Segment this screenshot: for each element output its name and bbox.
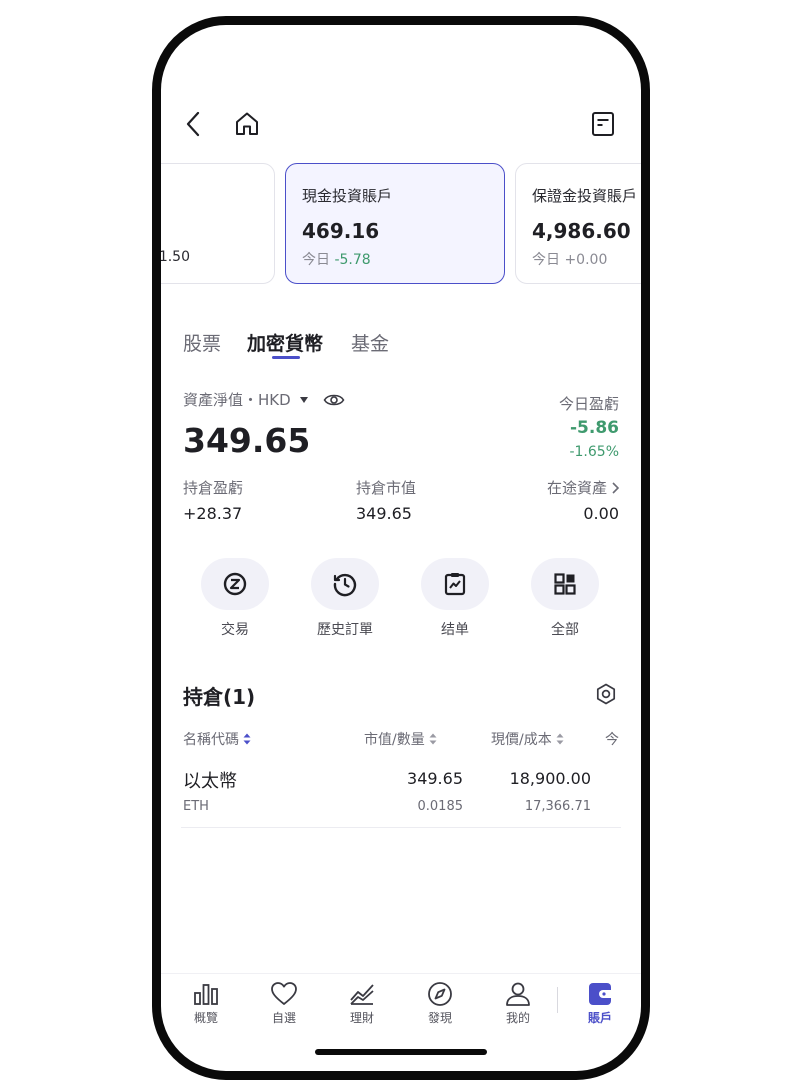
col-today[interactable]: 今 — [605, 729, 619, 749]
position-code: ETH — [183, 799, 209, 814]
compass-icon — [428, 982, 452, 1006]
in-transit-link[interactable]: 在途資產 — [547, 477, 619, 498]
nav-me[interactable]: 我的 — [488, 981, 548, 1026]
account-today: 今日 +0.00 — [532, 249, 607, 269]
history-orders-label: 歷史訂單 — [317, 622, 373, 638]
home-button[interactable] — [229, 105, 265, 143]
net-asset-value: 349.65 — [183, 421, 311, 460]
col-name-code-label: 名稱代碼 — [183, 732, 239, 748]
positions-settings-button[interactable] — [593, 681, 619, 707]
positions-title: 持倉(1) — [183, 685, 256, 709]
nav-account-label: 賬戶 — [587, 1011, 612, 1025]
position-price: 18,900.00 — [509, 769, 591, 788]
nav-overview-label: 概覽 — [193, 1011, 218, 1025]
tab-crypto[interactable]: 加密貨幣 — [247, 329, 323, 356]
account-change: 1.50 — [161, 249, 190, 265]
table-row[interactable]: 以太幣 ETH 349.65 0.0185 18,900.00 17,366.7… — [181, 759, 621, 827]
nav-separator — [557, 987, 558, 1013]
position-pl-value: +28.37 — [183, 504, 243, 523]
today-pl-label: 今日盈虧 — [558, 395, 619, 413]
nav-account[interactable]: 賬戶 — [570, 981, 630, 1026]
tab-active-indicator — [272, 356, 300, 359]
account-card-previous[interactable]: 1.50 — [161, 163, 275, 284]
trade-icon — [223, 572, 247, 596]
account-name: 保證金投資賬戶 — [532, 187, 638, 205]
nav-overview[interactable]: 概覽 — [176, 981, 236, 1026]
position-cost: 17,366.71 — [524, 799, 591, 814]
position-name: 以太幣 — [183, 771, 237, 792]
account-change: +0.00 — [564, 252, 608, 268]
in-transit-label: 在途資產 — [546, 479, 607, 497]
history-clock-icon — [333, 573, 357, 597]
chevron-right-icon — [612, 481, 619, 494]
back-button[interactable] — [179, 103, 207, 145]
position-quantity: 0.0185 — [417, 799, 464, 814]
account-value: 469.16 — [302, 219, 380, 243]
home-indicator — [315, 1049, 487, 1055]
position-pl-label: 持倉盈虧 — [183, 479, 244, 497]
bottom-nav-divider — [161, 973, 641, 974]
statement-action-button[interactable] — [421, 558, 489, 610]
history-orders-button[interactable] — [311, 558, 379, 610]
trend-icon — [350, 984, 374, 1005]
today-label: 今日 — [532, 252, 560, 268]
wallet-icon — [589, 983, 611, 1005]
market-value-label: 持倉市值 — [356, 479, 417, 497]
position-market-value: 349.65 — [407, 769, 463, 788]
user-icon — [506, 982, 530, 1006]
nav-discover-label: 發現 — [427, 1011, 452, 1025]
sort-icon — [429, 733, 437, 745]
nav-watchlist-label: 自選 — [271, 1011, 296, 1025]
statement-chart-icon — [444, 573, 466, 596]
gear-icon — [596, 683, 616, 705]
nav-me-label: 我的 — [505, 1011, 530, 1025]
document-icon — [592, 112, 614, 136]
caret-down-icon — [299, 396, 308, 403]
bar-chart-icon — [194, 984, 218, 1005]
today-pl-value: -5.86 — [570, 418, 619, 438]
trade-label: 交易 — [221, 622, 249, 638]
row-divider — [181, 827, 621, 828]
tab-funds[interactable]: 基金 — [351, 329, 389, 356]
nav-watchlist[interactable]: 自選 — [254, 981, 314, 1026]
statement-button[interactable] — [587, 105, 619, 143]
trade-button[interactable] — [201, 558, 269, 610]
market-value: 349.65 — [356, 504, 412, 523]
col-name-code[interactable]: 名稱代碼 — [183, 729, 251, 749]
col-price-cost-label: 現價/成本 — [491, 732, 552, 748]
col-price-cost[interactable]: 現價/成本 — [491, 729, 564, 749]
col-market-value-qty[interactable]: 市值/數量 — [364, 729, 437, 749]
eye-icon[interactable] — [323, 392, 345, 408]
nav-wealth-label: 理財 — [349, 1011, 374, 1025]
home-icon — [236, 112, 258, 135]
all-actions-label: 全部 — [551, 622, 579, 638]
today-label: 今日 — [302, 252, 330, 268]
col-market-value-qty-label: 市值/數量 — [364, 732, 425, 748]
all-actions-button[interactable] — [531, 558, 599, 610]
account-card-cash[interactable]: 現金投資賬戶 469.16 今日 -5.78 — [285, 163, 505, 284]
sort-icon — [243, 733, 251, 745]
phone-frame: 1.50 現金投資賬戶 469.16 今日 -5.78 保證金投資賬戶 4,98… — [152, 16, 650, 1080]
sort-icon — [556, 733, 564, 745]
nav-wealth[interactable]: 理財 — [332, 981, 392, 1026]
net-asset-selector[interactable]: 資產淨值・HKD — [183, 389, 345, 410]
account-value: 4,986.60 — [532, 219, 631, 243]
col-today-label: 今 — [605, 732, 619, 748]
account-today: 今日 -5.78 — [302, 249, 371, 269]
statement-action-label: 结单 — [441, 622, 469, 638]
nav-discover[interactable]: 發現 — [410, 981, 470, 1026]
grid-icon — [554, 573, 576, 595]
account-change: -5.78 — [334, 252, 371, 268]
screen: 1.50 現金投資賬戶 469.16 今日 -5.78 保證金投資賬戶 4,98… — [161, 25, 641, 1071]
heart-icon — [271, 982, 297, 1005]
account-card-margin[interactable]: 保證金投資賬戶 4,986.60 今日 +0.00 — [515, 163, 641, 284]
today-pl-percent: -1.65% — [569, 444, 619, 460]
net-asset-label: 資產淨值・HKD — [183, 391, 291, 409]
account-name: 現金投資賬戶 — [302, 187, 393, 205]
tab-stocks[interactable]: 股票 — [183, 329, 221, 356]
chevron-left-icon — [186, 111, 200, 137]
in-transit-value: 0.00 — [583, 504, 619, 523]
